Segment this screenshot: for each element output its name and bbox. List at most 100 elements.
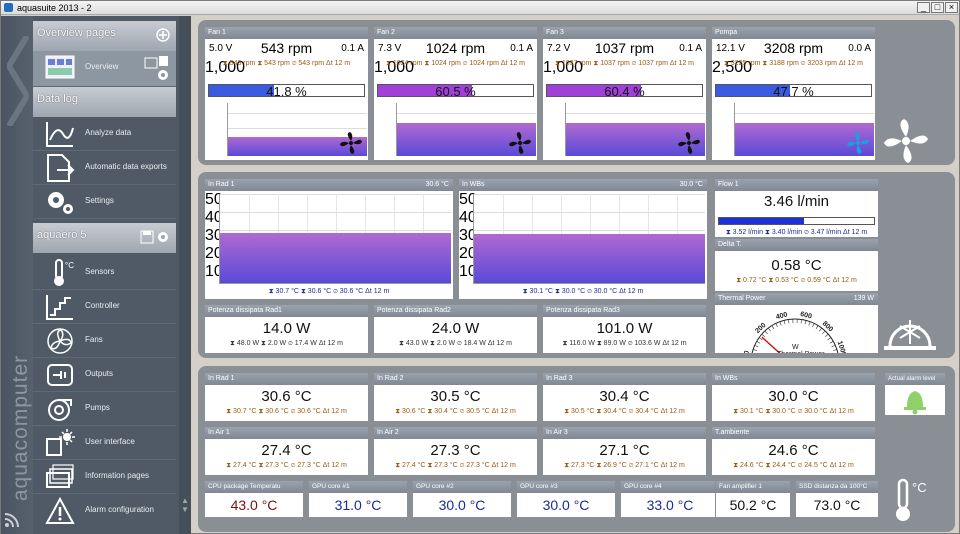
- stat-s3: ⌀ 30.0 °C: [587, 288, 618, 295]
- section-label: aquaero 5: [37, 229, 87, 241]
- stat-s4: Δt 12 m: [829, 462, 854, 469]
- tile-header: Fan 3: [543, 27, 706, 39]
- stats-row: ⧗ 24.6 °C ⧗ 24.4 °C ⌀ 24.5 °C Δt 12 m: [712, 462, 875, 470]
- stat-s4: Δt 12 m: [326, 60, 351, 67]
- tile-header: In Air 2: [374, 427, 537, 439]
- tile-header: GPU core #4: [621, 481, 719, 493]
- sidebar-item-exports[interactable]: Automatic data exports: [33, 151, 176, 185]
- temperature-graph-tile[interactable]: In WBs 30.0 °C 50 40 30 20 10 ⧗ 30.1 °C ⧗ 30.0 …: [458, 178, 708, 300]
- gear-icon[interactable]: [156, 230, 170, 244]
- temperature-tile[interactable]: In Air 3 27.1 °C ⧗ 27.3 °C ⧗ 26.9 °C ⌀ 27.…: [542, 426, 707, 476]
- tile-header: In WBs 30.0 °C: [459, 179, 707, 191]
- sidebar-item-outputs[interactable]: Outputs: [33, 358, 176, 392]
- gauge-tick: [822, 330, 826, 335]
- save-icon[interactable]: [140, 230, 154, 244]
- stats-row: ⧗ 30.1 °C ⧗ 30.0 °C ⌀ 30.0 °C Δt 12 m: [712, 408, 875, 416]
- stat-s1: ⧗ 543 rpm: [222, 60, 256, 67]
- close-button[interactable]: ×: [945, 2, 958, 13]
- sensor-name: In Rad 2: [377, 375, 404, 382]
- fan-power-bar: 60.4 %: [546, 84, 703, 99]
- sidebar-item-sensors[interactable]: °C Sensors: [33, 256, 176, 290]
- sidebar-item-label: Automatic data exports: [85, 162, 167, 171]
- stat-s3: ⌀ 1037 rpm: [631, 60, 668, 67]
- stat-s2: ⧗ 30.4 °C: [596, 408, 627, 415]
- temperature-tile[interactable]: SSD distanza da 100°C 73.0 °C: [795, 480, 879, 518]
- gears-icon: [48, 192, 73, 214]
- temperature-tile[interactable]: Fan amplifier 1 50.2 °C: [715, 480, 791, 518]
- sidebar-item-alarm-configuration[interactable]: Alarm configuration: [33, 494, 176, 528]
- gauge-tick: [779, 321, 782, 326]
- sidebar-item-user-interface[interactable]: User interface: [33, 426, 176, 460]
- temperature-tile[interactable]: GPU core #3 30.0 °C: [516, 480, 616, 518]
- fan-tile[interactable]: Fan 3 7.2 V 1037 rpm 0.1 A ⧗ 1037 rpm ⧗ 1037…: [542, 26, 707, 161]
- grid-line: [735, 113, 874, 114]
- fan-power-bar: 60.5 %: [377, 84, 534, 99]
- rss-icon[interactable]: [5, 513, 19, 527]
- sidebar-item-pumps[interactable]: Pumps: [33, 392, 176, 426]
- tile-header: GPU core #1: [309, 481, 407, 493]
- sidebar-item-fans[interactable]: Fans: [33, 324, 176, 358]
- sidebar-item-controller[interactable]: Controller: [33, 290, 176, 324]
- stat-s3: ⌀ 24.5 °C: [797, 462, 828, 469]
- stats-row: ⧗ 1037 rpm ⧗ 1037 rpm ⌀ 1037 rpm Δt 12 m: [543, 60, 706, 68]
- temperature-tile[interactable]: In WBs 30.0 °C ⧗ 30.1 °C ⧗ 30.0 °C ⌀ 30.0 …: [711, 372, 876, 422]
- temperature-tile[interactable]: In Air 1 27.4 °C ⧗ 27.4 °C ⧗ 27.3 °C ⌀ 27.…: [204, 426, 369, 476]
- stat-s4: Δt 12 m: [662, 340, 687, 347]
- stats-row: ⧗ 116.0 W ⧗ 89.0 W ⌀ 103.6 W Δt 12 m: [543, 340, 706, 348]
- gauge-tick: [800, 319, 802, 324]
- scroll-arrows-icon[interactable]: ▲ ▼: [181, 496, 189, 532]
- temperature-tile[interactable]: In Rad 3 30.4 °C ⧗ 30.5 °C ⧗ 30.4 °C ⌀ 30.…: [542, 372, 707, 422]
- stats-row: ⧗ 27.4 °C ⧗ 27.3 °C ⌀ 27.3 °C Δt 12 m: [374, 462, 537, 470]
- sidebar-item-overview[interactable]: Overview: [33, 51, 176, 87]
- tile-header: SSD distanza da 100°C: [796, 481, 878, 493]
- temperature-tile[interactable]: GPU core #4 33.0 °C: [620, 480, 720, 518]
- sidebar-item-label: Overview: [85, 62, 119, 71]
- temperature-tile[interactable]: T.ambiente 24.6 °C ⧗ 24.6 °C ⧗ 24.4 °C ⌀ 2…: [711, 426, 876, 476]
- window-title: aquasuite 2013 - 2: [17, 3, 92, 13]
- stat-s4: Δt 12 m: [318, 340, 343, 347]
- sidebar-scrollbar[interactable]: ▲ ▼: [179, 16, 191, 534]
- sidebar-item-information-pages[interactable]: Information pages: [33, 460, 176, 494]
- gauge-unit: W: [792, 344, 799, 351]
- temperature-tile[interactable]: GPU core #2 30.0 °C: [412, 480, 512, 518]
- power-tile[interactable]: Potenza dissipata Rad3 101.0 W ⧗ 116.0 W ⧗…: [542, 304, 707, 354]
- add-icon[interactable]: [156, 28, 170, 42]
- sidebar-item-settings[interactable]: Settings: [33, 185, 176, 219]
- section-data-log[interactable]: Data log: [33, 87, 176, 117]
- gauge-tick: [831, 344, 836, 348]
- fan-tile[interactable]: Fan 1 5.0 V 543 rpm 0.1 A ⧗ 543 rpm ⧗ 543 rp…: [204, 26, 369, 161]
- temperature-value: 30.0 °C: [542, 497, 590, 513]
- sidebar-item-label: Controller: [85, 301, 120, 310]
- stats-row: ⧗ 1024 rpm ⧗ 1024 rpm ⌀ 1024 rpm Δt 12 m: [374, 60, 537, 68]
- temperature-graph-tile[interactable]: In Rad 1 30.6 °C 50 40 30 20 10 ⧗ 30.7 °C ⧗ 30.…: [204, 178, 454, 300]
- stat-s2: ⧗ 24.4 °C: [765, 462, 796, 469]
- sidebar-item-analyze-data[interactable]: Analyze data: [33, 117, 176, 151]
- fan-readings: 7.2 V 1037 rpm 0.1 A: [543, 39, 706, 59]
- temperature-tile[interactable]: GPU core #1 31.0 °C: [308, 480, 408, 518]
- section-overview-pages[interactable]: Overview pages: [33, 21, 176, 51]
- fan-tile[interactable]: Pompa 12.1 V 3208 rpm 0.0 A ⧗ 3225 rpm ⧗ 318…: [711, 26, 876, 161]
- section-aquaero[interactable]: aquaero 5: [33, 223, 176, 253]
- sensor-name: In Air 1: [208, 429, 230, 436]
- temperature-tile[interactable]: In Rad 2 30.5 °C ⧗ 30.6 °C ⧗ 30.4 °C ⌀ 30.…: [373, 372, 538, 422]
- temperature-tile[interactable]: In Rad 1 30.6 °C ⧗ 30.7 °C ⧗ 30.6 °C ⌀ 30.…: [204, 372, 369, 422]
- temperature-value: 27.4 °C: [261, 442, 312, 459]
- temperature-tile[interactable]: CPU package Temperatu 43.0 °C: [204, 480, 304, 518]
- minimize-button[interactable]: _: [917, 2, 930, 13]
- fan-tile[interactable]: Fan 2 7.3 V 1024 rpm 0.1 A ⧗ 1024 rpm ⧗ 1024…: [373, 26, 538, 161]
- stat-s2: ⧗ 543 rpm: [257, 60, 290, 67]
- stat-s3: ⌀ 27.3 °C: [290, 462, 321, 469]
- overview-tools-icon[interactable]: [144, 55, 170, 81]
- brand-strip: aquacomputer: [1, 16, 33, 534]
- app-window: aquasuite 2013 - 2 _ □ × aquacomputer Ov…: [0, 0, 960, 534]
- stats-row: ⧗ 3225 rpm ⧗ 3188 rpm ⌀ 3203 rpm Δt 12 m: [712, 60, 875, 68]
- power-tile[interactable]: Potenza dissipata Rad2 24.0 W ⧗ 43.0 W ⧗ 2…: [373, 304, 538, 354]
- temperature-tile[interactable]: In Air 2 27.3 °C ⧗ 27.4 °C ⧗ 27.3 °C ⌀ 27.…: [373, 426, 538, 476]
- sensor-name: In WBs: [715, 375, 738, 382]
- temperature-value: 50.2 °C: [729, 497, 777, 513]
- fan-name: Fan 3: [546, 29, 564, 36]
- maximize-button[interactable]: □: [931, 2, 944, 13]
- power-tile[interactable]: Potenza dissipata Rad1 14.0 W ⧗ 48.0 W ⧗ 2…: [204, 304, 369, 354]
- sidebar-item-label: Sensors: [85, 267, 115, 276]
- fan-name: Pompa: [715, 29, 738, 36]
